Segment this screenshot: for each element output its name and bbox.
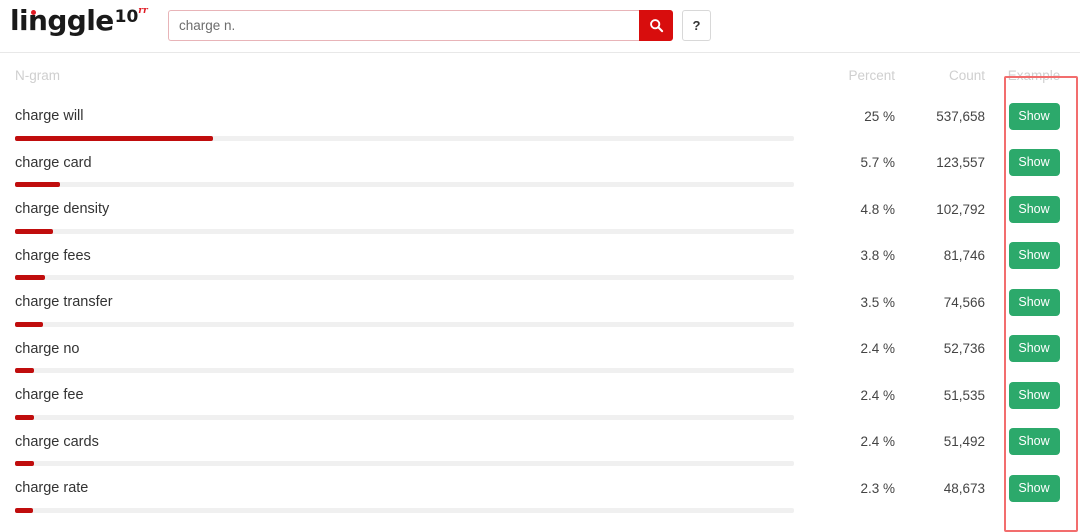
count-value: 102,792 bbox=[936, 201, 985, 217]
column-header-percent: Percent bbox=[848, 67, 895, 83]
logo-superscript: rr bbox=[138, 6, 148, 16]
show-example-button[interactable]: Show bbox=[1008, 335, 1060, 362]
ngram-label: charge fee bbox=[15, 387, 84, 403]
count-value: 52,736 bbox=[943, 341, 985, 356]
percent-value: 2.4 % bbox=[860, 341, 895, 356]
app-header: linggle 10 rr ? bbox=[0, 0, 1080, 53]
table-row: charge cards 2.4 % 51,492 Show bbox=[10, 423, 1070, 470]
search-button[interactable] bbox=[639, 10, 673, 41]
percent-value: 2.4 % bbox=[860, 387, 895, 403]
percent-bar-track bbox=[15, 368, 794, 373]
show-example-button[interactable]: Show bbox=[1008, 149, 1060, 176]
search-icon bbox=[649, 19, 663, 33]
table-row: charge rate 2.3 % 48,673 Show bbox=[10, 469, 1070, 516]
count-value: 48,673 bbox=[943, 480, 985, 496]
show-example-button[interactable]: Show bbox=[1008, 474, 1060, 502]
percent-value: 2.3 % bbox=[860, 480, 895, 496]
count-value: 123,557 bbox=[936, 155, 985, 170]
percent-bar-fill bbox=[15, 461, 34, 466]
column-header-ngram: N-gram bbox=[15, 67, 61, 83]
percent-bar-track bbox=[15, 182, 794, 187]
results-table: N-gram Percent Count Example charge will… bbox=[0, 53, 1080, 516]
percent-bar-track bbox=[15, 461, 794, 466]
percent-bar-track bbox=[15, 228, 794, 234]
table-row: charge fees 3.8 % 81,746 Show bbox=[10, 237, 1070, 284]
search-input[interactable] bbox=[168, 10, 639, 41]
ngram-label: charge rate bbox=[15, 480, 89, 496]
linggle-logo[interactable]: linggle 10 rr bbox=[10, 6, 148, 36]
count-value: 51,492 bbox=[943, 434, 985, 449]
column-header-example: Example bbox=[1007, 67, 1061, 83]
help-button[interactable]: ? bbox=[682, 10, 711, 41]
ngram-label: charge density bbox=[15, 201, 110, 217]
ngram-label: charge card bbox=[15, 154, 92, 171]
percent-bar-fill bbox=[15, 135, 213, 141]
show-example-button[interactable]: Show bbox=[1008, 428, 1060, 455]
show-example-button[interactable]: Show bbox=[1008, 102, 1060, 130]
percent-bar-track bbox=[15, 414, 794, 420]
ngram-label: charge fees bbox=[15, 247, 91, 264]
table-row: charge transfer 3.5 % 74,566 Show bbox=[10, 283, 1070, 330]
percent-bar-fill bbox=[15, 182, 61, 187]
table-row: charge will 25 % 537,658 Show bbox=[10, 97, 1070, 144]
percent-bar-fill bbox=[15, 228, 53, 234]
table-body: charge will 25 % 537,658 Show charge card 5.7… bbox=[10, 97, 1070, 516]
percent-bar-fill bbox=[15, 507, 34, 513]
example-cell: Show bbox=[990, 428, 1070, 455]
ngram-label: charge transfer bbox=[15, 294, 113, 310]
percent-value: 4.8 % bbox=[860, 201, 895, 217]
percent-bar-fill bbox=[15, 368, 34, 373]
percent-bar-fill bbox=[15, 414, 34, 420]
example-cell: Show bbox=[990, 195, 1070, 223]
table-row: charge density 4.8 % 102,792 Show bbox=[10, 190, 1070, 237]
logo-wordmark: linggle bbox=[10, 4, 114, 37]
example-cell: Show bbox=[990, 242, 1070, 269]
ngram-label: charge cards bbox=[15, 433, 99, 450]
count-value: 537,658 bbox=[936, 108, 985, 124]
example-cell: Show bbox=[990, 474, 1070, 502]
show-example-button[interactable]: Show bbox=[1008, 242, 1060, 269]
percent-value: 3.8 % bbox=[860, 248, 895, 263]
percent-value: 2.4 % bbox=[860, 434, 895, 449]
percent-value: 3.5 % bbox=[860, 294, 895, 310]
percent-bar-track bbox=[15, 275, 794, 280]
count-value: 81,746 bbox=[943, 248, 985, 263]
example-cell: Show bbox=[990, 335, 1070, 362]
example-cell: Show bbox=[990, 102, 1070, 130]
percent-bar-track bbox=[15, 135, 794, 141]
show-example-button[interactable]: Show bbox=[1008, 381, 1060, 409]
example-cell: Show bbox=[990, 149, 1070, 176]
percent-value: 5.7 % bbox=[860, 155, 895, 170]
example-cell: Show bbox=[990, 288, 1070, 316]
logo-version: 10 bbox=[114, 7, 139, 27]
column-header-count: Count bbox=[948, 67, 985, 83]
logo-dot-accent bbox=[31, 10, 36, 15]
table-header-row: N-gram Percent Count Example bbox=[10, 53, 1070, 97]
percent-value: 25 % bbox=[864, 108, 895, 124]
count-value: 74,566 bbox=[943, 294, 985, 310]
show-example-button[interactable]: Show bbox=[1008, 288, 1060, 316]
table-row: charge fee 2.4 % 51,535 Show bbox=[10, 376, 1070, 423]
percent-bar-track bbox=[15, 321, 794, 327]
table-row: charge no 2.4 % 52,736 Show bbox=[10, 330, 1070, 377]
count-value: 51,535 bbox=[943, 387, 985, 403]
ngram-label: charge no bbox=[15, 340, 80, 357]
example-cell: Show bbox=[990, 381, 1070, 409]
show-example-button[interactable]: Show bbox=[1008, 195, 1060, 223]
percent-bar-track bbox=[15, 507, 794, 513]
percent-bar-fill bbox=[15, 321, 43, 327]
table-row: charge card 5.7 % 123,557 Show bbox=[10, 144, 1070, 191]
percent-bar-fill bbox=[15, 275, 46, 280]
search-bar: ? bbox=[168, 10, 711, 41]
ngram-label: charge will bbox=[15, 108, 84, 124]
